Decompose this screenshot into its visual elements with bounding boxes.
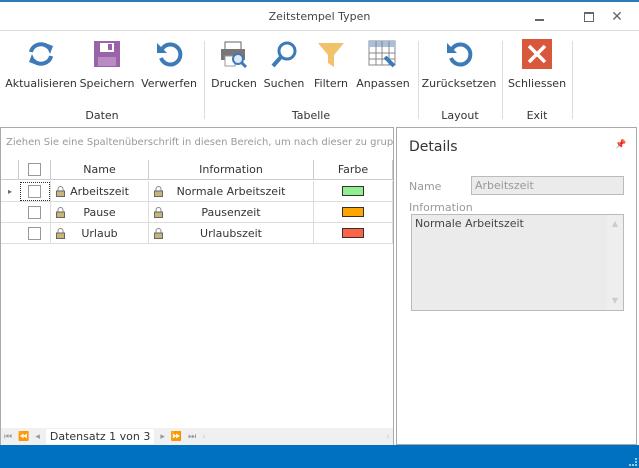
details-panel: Details 📌 Name Arbeitszeit Information N…	[396, 127, 637, 445]
customize-grid-icon	[368, 40, 396, 68]
maximize-button[interactable]	[574, 6, 604, 28]
search-icon	[271, 41, 297, 68]
color-cell[interactable]	[314, 181, 393, 202]
ribbon: Aktualisieren Speichern Verwerfen Daten …	[0, 31, 639, 127]
refresh-icon	[29, 42, 53, 66]
reset-button[interactable]: Zurücksetzen	[422, 37, 496, 97]
reset-icon	[447, 42, 473, 67]
filter-icon	[318, 43, 344, 67]
lock-icon	[56, 227, 65, 242]
next-record-icon[interactable]: ▸	[160, 432, 165, 442]
name-cell[interactable]: Arbeitszeit	[51, 181, 149, 202]
column-header-farbe[interactable]: Farbe	[314, 160, 393, 180]
information-label: Information	[409, 201, 473, 214]
color-swatch	[342, 186, 364, 196]
title-bar: Zeitstempel Typen ✕	[0, 0, 639, 31]
information-value: Normale Arbeitszeit	[415, 217, 524, 230]
group-panel[interactable]: Ziehen Sie eine Spaltenüberschrift in di…	[1, 128, 393, 158]
separator	[572, 41, 573, 119]
row-checkbox[interactable]	[19, 181, 51, 202]
row-indicator-icon: ▸	[1, 181, 19, 202]
lock-icon	[154, 206, 163, 221]
column-header-information[interactable]: Information	[149, 160, 314, 180]
data-grid: Ziehen Sie eine Spaltenüberschrift in di…	[0, 127, 394, 445]
first-record-icon[interactable]: ⏮	[4, 432, 12, 442]
group-label-daten: Daten	[85, 109, 119, 122]
close-window-button[interactable]: ✕	[602, 6, 632, 28]
resize-grip-icon[interactable]	[629, 458, 637, 466]
name-cell[interactable]: Urlaub	[51, 223, 149, 244]
row-indicator-icon	[1, 223, 19, 244]
minimize-button[interactable]	[524, 6, 554, 28]
color-swatch	[342, 228, 364, 238]
print-button[interactable]: Drucken	[211, 37, 257, 97]
color-swatch	[342, 207, 364, 217]
prev-page-icon[interactable]: ⏪	[18, 432, 29, 442]
information-cell[interactable]: Urlaubszeit	[149, 223, 314, 244]
group-label-exit: Exit	[526, 109, 548, 122]
table-row[interactable]: Urlaub Urlaubszeit	[1, 223, 393, 244]
next-page-icon[interactable]: ⏩	[171, 432, 182, 442]
customize-button[interactable]: Anpassen	[356, 37, 410, 97]
group-label-tabelle: Tabelle	[291, 109, 331, 122]
pin-icon[interactable]: 📌	[615, 140, 626, 150]
table-row[interactable]: Pause Pausenzeit	[1, 202, 393, 223]
information-field[interactable]: Normale Arbeitszeit ▲ ▼	[411, 214, 624, 311]
close-icon: ✕	[611, 9, 623, 25]
close-icon	[522, 39, 552, 69]
lock-icon	[154, 185, 163, 200]
separator	[418, 41, 419, 119]
column-header-name[interactable]: Name	[51, 160, 149, 180]
information-cell[interactable]: Pausenzeit	[149, 202, 314, 223]
search-button[interactable]: Suchen	[262, 37, 306, 97]
record-navigator: ⏮ ⏪ ◂ Datensatz 1 von 3 ▸ ⏩ ⏭ ‹ ›	[1, 428, 393, 445]
discard-button[interactable]: Verwerfen	[141, 37, 197, 97]
row-checkbox[interactable]	[19, 202, 51, 223]
vertical-scrollbar[interactable]: ▲ ▼	[607, 215, 623, 310]
lock-icon	[154, 227, 163, 242]
refresh-button[interactable]: Aktualisieren	[5, 37, 77, 97]
group-label-layout: Layout	[441, 109, 479, 122]
row-checkbox[interactable]	[19, 223, 51, 244]
indicator-header	[1, 160, 19, 180]
last-record-icon[interactable]: ⏭	[188, 432, 196, 442]
color-cell[interactable]	[314, 202, 393, 223]
information-cell[interactable]: Normale Arbeitszeit	[149, 181, 314, 202]
name-label: Name	[409, 180, 442, 193]
color-cell[interactable]	[314, 223, 393, 244]
filter-button[interactable]: Filtern	[312, 37, 350, 97]
record-counter: Datensatz 1 von 3	[45, 429, 155, 444]
undo-icon	[157, 42, 183, 67]
separator	[204, 41, 205, 119]
status-bar	[0, 445, 639, 468]
select-all-checkbox[interactable]	[19, 160, 51, 180]
maximize-icon	[584, 12, 594, 22]
lock-icon	[56, 206, 65, 221]
close-button[interactable]: Schliessen	[508, 37, 566, 97]
grid-rows: ▸ Arbeitszeit Normale Arbeitszeit Pause …	[1, 181, 393, 244]
name-cell[interactable]: Pause	[51, 202, 149, 223]
lock-icon	[56, 185, 65, 200]
details-title: Details	[409, 139, 458, 155]
table-row[interactable]: ▸ Arbeitszeit Normale Arbeitszeit	[1, 181, 393, 202]
separator	[502, 41, 503, 119]
prev-record-icon[interactable]: ◂	[35, 432, 40, 442]
save-button[interactable]: Speichern	[80, 37, 134, 97]
scroll-right-icon[interactable]: ›	[386, 432, 390, 442]
minimize-icon	[534, 19, 544, 21]
scroll-left-icon[interactable]: ‹	[202, 432, 206, 442]
save-icon	[94, 41, 120, 67]
name-field[interactable]: Arbeitszeit	[471, 176, 624, 195]
print-preview-icon	[221, 41, 248, 68]
row-indicator-icon	[1, 202, 19, 223]
